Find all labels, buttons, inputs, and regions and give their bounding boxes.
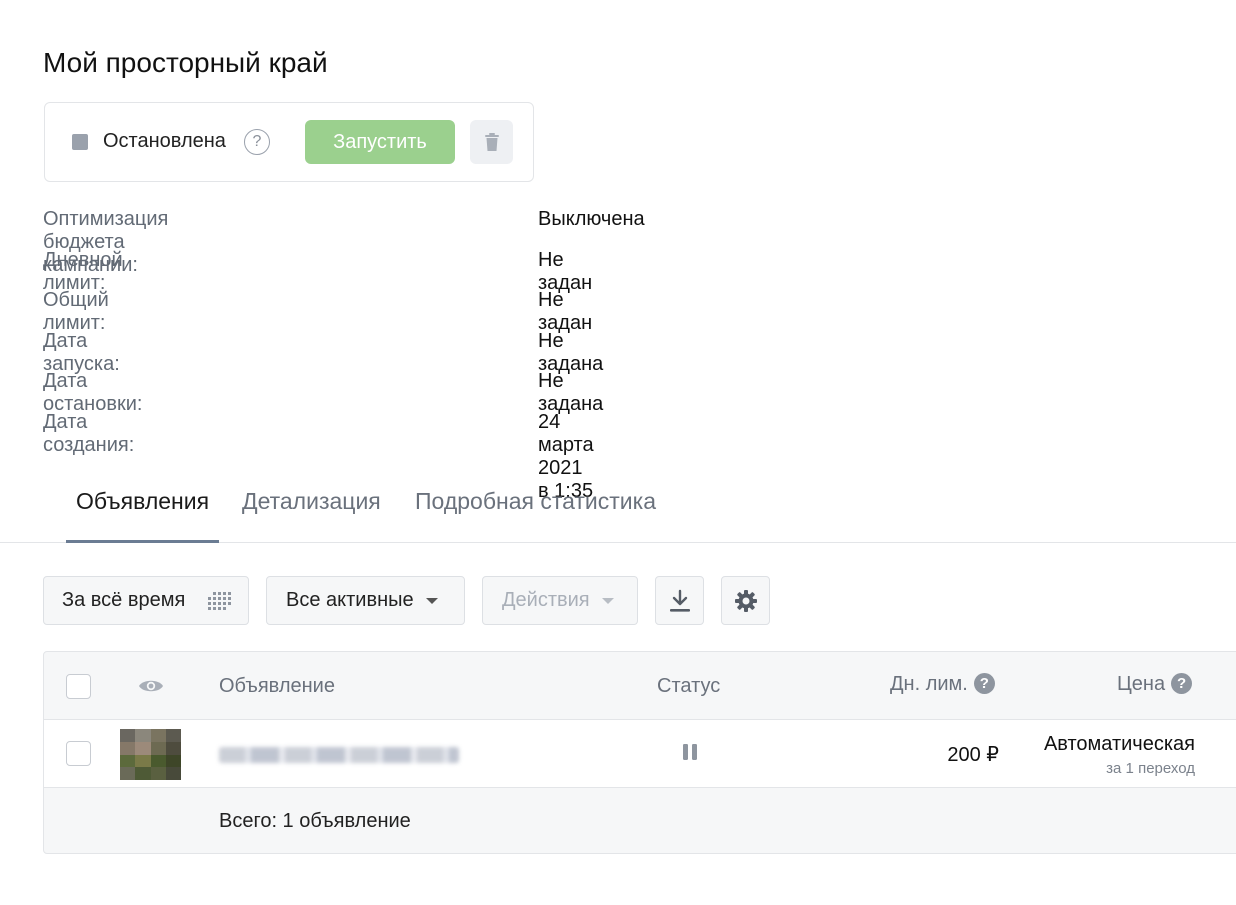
daily-limit-help-icon[interactable]: ? — [973, 673, 995, 694]
tab-details[interactable]: Детализация — [242, 488, 381, 515]
ad-name-blurred[interactable] — [219, 747, 459, 763]
tab-detailed-statistics[interactable]: Подробная статистика — [415, 488, 656, 515]
tab-bar: Объявления Детализация Подробная статист… — [0, 480, 1236, 543]
info-label: Дата запуска: — [43, 329, 120, 375]
settings-button[interactable] — [721, 576, 770, 625]
calendar-grid-icon — [208, 592, 231, 610]
info-label: Дневной лимит: — [43, 248, 123, 294]
info-label: Общий лимит: — [43, 289, 109, 334]
table-header: Объявление Статус Дн. лим.? Цена? — [44, 652, 1236, 720]
price-header-label: Цена — [1117, 673, 1166, 695]
period-label: За всё время — [62, 589, 186, 611]
chevron-down-icon — [425, 597, 438, 604]
ads-table: Объявление Статус Дн. лим.? Цена? 200 ₽ … — [43, 651, 1236, 854]
ad-price-note: за 1 переход — [1106, 760, 1195, 777]
status-filter-label: Все активные — [286, 589, 414, 611]
page-title: Мой просторный край — [43, 47, 328, 78]
ad-daily-limit: 200 ₽ — [947, 744, 999, 766]
trash-icon — [484, 133, 499, 151]
table-row[interactable]: 200 ₽ Автоматическая за 1 переход — [44, 720, 1236, 788]
status-filter-dropdown[interactable]: Все активные — [266, 576, 465, 625]
daily-limit-header-label: Дн. лим. — [890, 673, 968, 695]
ad-thumbnail — [120, 729, 181, 780]
status-help-icon[interactable]: ? — [244, 129, 270, 155]
info-value: Не задан — [538, 248, 593, 294]
campaign-status-card: Остановлена ? Запустить — [44, 102, 534, 182]
column-header-ad[interactable]: Объявление — [219, 675, 335, 698]
info-value: Не задан — [538, 289, 593, 334]
eye-icon[interactable] — [138, 677, 164, 695]
select-all-checkbox[interactable] — [66, 674, 91, 699]
info-value: Не задана — [538, 329, 604, 375]
download-icon — [669, 589, 690, 612]
active-tab-indicator — [66, 540, 219, 543]
column-header-price[interactable]: Цена? — [1117, 673, 1193, 696]
launch-button[interactable]: Запустить — [305, 120, 455, 164]
actions-label: Действия — [502, 589, 590, 611]
actions-dropdown[interactable]: Действия — [482, 576, 638, 625]
column-header-daily-limit[interactable]: Дн. лим.? — [890, 673, 995, 696]
tab-ads[interactable]: Объявления — [76, 488, 209, 515]
status-label: Остановлена — [103, 130, 226, 152]
info-label: Дата создания: — [43, 410, 135, 456]
download-button[interactable] — [655, 576, 704, 625]
info-label: Дата остановки: — [43, 370, 143, 415]
info-value: Не задана — [538, 370, 604, 415]
gear-icon — [734, 589, 757, 612]
period-button[interactable]: За всё время — [43, 576, 249, 625]
stopped-status-icon — [72, 134, 88, 150]
price-help-icon[interactable]: ? — [1171, 673, 1193, 694]
column-header-status[interactable]: Статус — [657, 675, 720, 698]
ad-price: Автоматическая — [1043, 733, 1195, 755]
table-total: Всего: 1 объявление — [219, 810, 411, 832]
chevron-down-icon — [601, 597, 614, 604]
info-value: Выключена — [538, 208, 645, 230]
pause-icon[interactable] — [681, 743, 699, 761]
delete-button[interactable] — [470, 120, 513, 164]
row-checkbox[interactable] — [66, 741, 91, 766]
